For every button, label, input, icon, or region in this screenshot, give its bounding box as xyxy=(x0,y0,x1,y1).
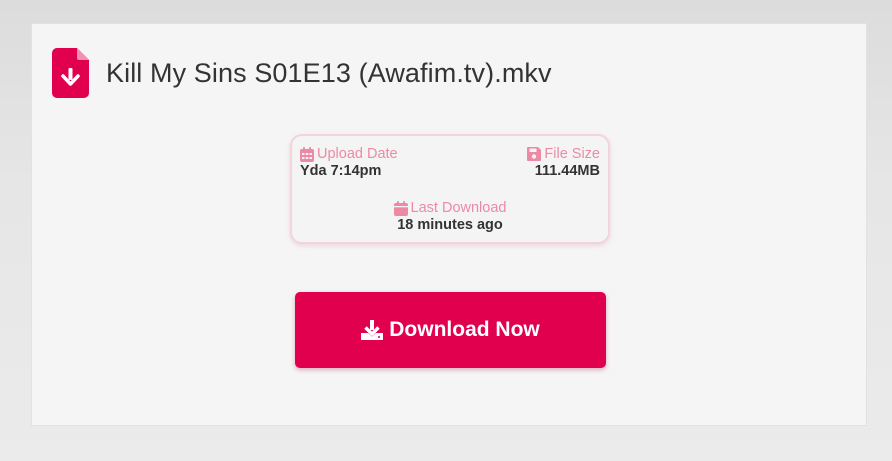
download-now-button[interactable]: Download Now xyxy=(295,292,606,368)
calendar-icon xyxy=(300,146,314,162)
file-header: Kill My Sins S01E13 (Awafim.tv).mkv xyxy=(52,48,552,98)
file-size-value: 111.44MB xyxy=(534,163,600,179)
download-card: Kill My Sins S01E13 (Awafim.tv).mkv Uplo… xyxy=(31,23,867,426)
download-now-label: Download Now xyxy=(389,318,540,341)
file-download-icon xyxy=(52,48,89,98)
download-icon xyxy=(361,320,384,340)
upload-date-value: Yda 7:14pm xyxy=(300,163,382,179)
last-download-label: Last Download xyxy=(410,200,507,216)
file-title: Kill My Sins S01E13 (Awafim.tv).mkv xyxy=(106,57,552,88)
calendar-icon xyxy=(393,200,408,216)
upload-date-label: Upload Date xyxy=(317,146,398,162)
file-size-label: File Size xyxy=(544,146,600,162)
last-download-value: 18 minutes ago xyxy=(397,217,503,233)
save-icon xyxy=(527,147,542,161)
upload-date-item: Upload Date Yda 7:14pm xyxy=(300,146,398,179)
file-size-item: File Size 111.44MB xyxy=(527,146,600,179)
last-download-item: Last Download 18 minutes ago xyxy=(292,200,608,233)
file-info-box: Upload Date Yda 7:14pm File Size 111.44M… xyxy=(290,134,610,244)
